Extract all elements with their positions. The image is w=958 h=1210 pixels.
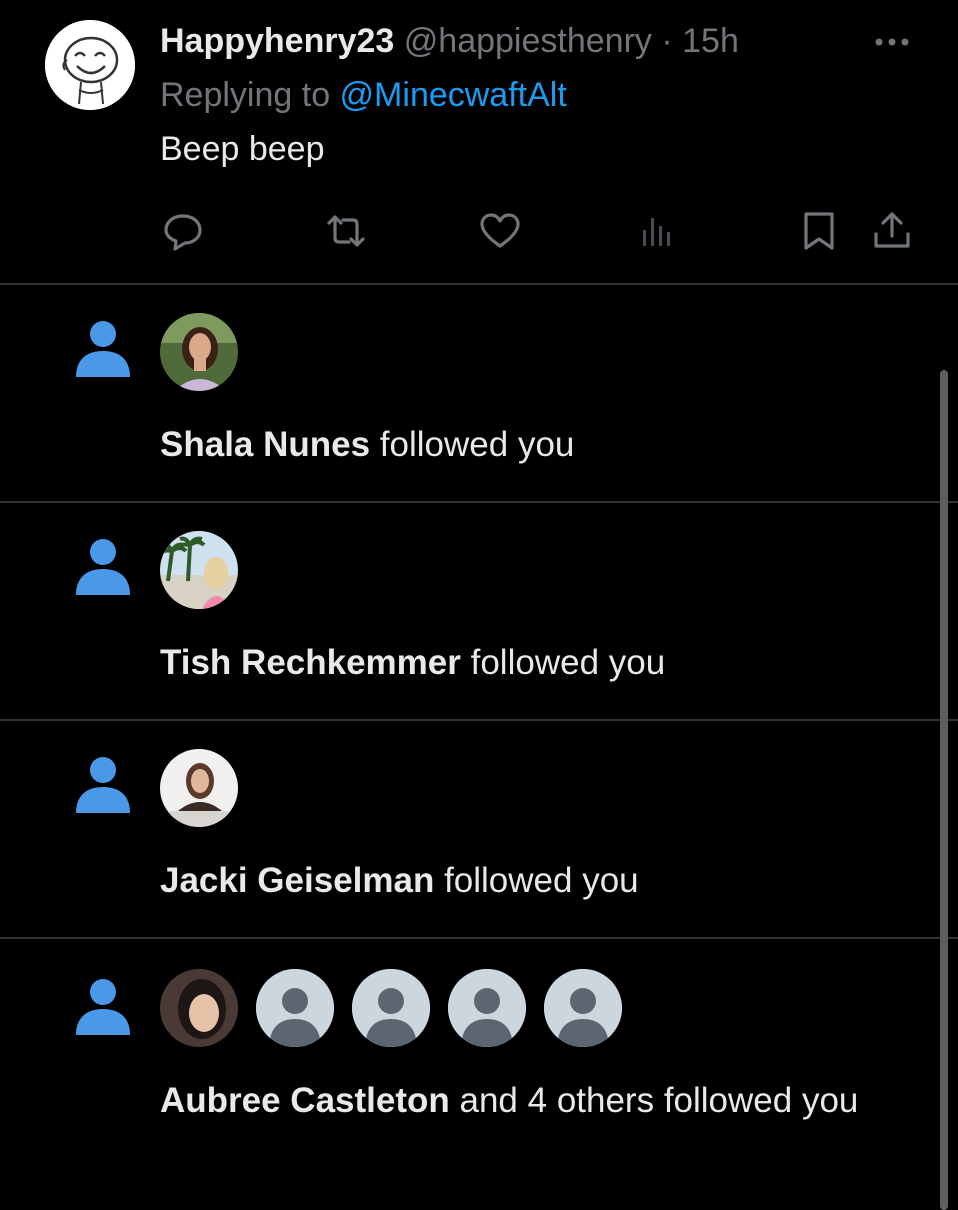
share-icon	[874, 212, 910, 248]
follower-name-link[interactable]: Aubree Castleton	[160, 1081, 450, 1120]
notification-text: Shala Nunes followed you	[160, 420, 880, 470]
replying-to: Replying to @MinecwaftAlt	[160, 72, 567, 118]
author-handle[interactable]: @happiesthenry	[404, 22, 652, 60]
tweet-header: Happyhenry23 @happiesthenry · 15h	[160, 18, 739, 64]
avatar[interactable]	[160, 531, 238, 609]
more-options-button[interactable]	[870, 26, 914, 56]
default-avatar-icon	[352, 969, 430, 1047]
default-avatar-icon	[544, 969, 622, 1047]
bookmark-button[interactable]	[797, 208, 843, 254]
person-icon	[74, 537, 132, 597]
share-button[interactable]	[869, 208, 915, 254]
notification-text: Tish Rechkemmer followed you	[160, 638, 880, 688]
follower-avatars	[160, 749, 238, 829]
avatar[interactable]	[448, 969, 526, 1047]
scrollbar[interactable]	[940, 370, 948, 1210]
replying-mention-link[interactable]: @MinecwaftAlt	[340, 76, 567, 114]
views-icon	[643, 218, 670, 246]
follower-name-link[interactable]: Shala Nunes	[160, 425, 370, 464]
smiley-avatar-icon	[45, 20, 135, 110]
follower-avatars	[160, 313, 238, 393]
replying-prefix: Replying to	[160, 76, 340, 114]
avatar[interactable]	[45, 20, 135, 110]
author-name[interactable]: Happyhenry23	[160, 22, 394, 60]
timestamp[interactable]: 15h	[682, 22, 739, 60]
like-icon	[480, 213, 520, 248]
avatar[interactable]	[352, 969, 430, 1047]
notification-text: Aubree Castleton and 4 others followed y…	[160, 1076, 880, 1126]
more-icon	[875, 38, 909, 46]
follower-avatars	[160, 969, 622, 1049]
notification-text: Jacki Geiselman followed you	[160, 856, 880, 906]
default-avatar-icon	[256, 969, 334, 1047]
follower-name-link[interactable]: Jacki Geiselman	[160, 861, 434, 900]
like-button[interactable]	[477, 208, 523, 254]
bookmark-icon	[804, 212, 834, 250]
follow-notification[interactable]: Jacki Geiselman followed you	[0, 721, 958, 939]
avatar[interactable]	[160, 313, 238, 391]
retweet-icon	[327, 215, 365, 247]
reply-icon	[164, 214, 202, 251]
reply-button[interactable]	[160, 208, 206, 254]
person-icon	[74, 755, 132, 815]
avatar[interactable]	[256, 969, 334, 1047]
notification-suffix: and 4 others followed you	[449, 1081, 859, 1120]
tweet-text: Beep beep	[160, 130, 325, 168]
avatar[interactable]	[544, 969, 622, 1047]
reply-tweet[interactable]: Happyhenry23 @happiesthenry · 15h Replyi…	[0, 0, 958, 285]
follow-notification[interactable]: Shala Nunes followed you	[0, 285, 958, 503]
follow-notification[interactable]: Aubree Castleton and 4 others followed y…	[0, 939, 958, 1200]
separator-dot: ·	[661, 22, 673, 60]
notification-suffix: followed you	[460, 643, 666, 682]
avatar[interactable]	[160, 749, 238, 827]
follower-name-link[interactable]: Tish Rechkemmer	[160, 643, 461, 682]
avatar[interactable]	[160, 969, 238, 1047]
notification-suffix: followed you	[370, 425, 575, 464]
default-avatar-icon	[448, 969, 526, 1047]
person-icon	[74, 977, 132, 1037]
notification-suffix: followed you	[434, 861, 639, 900]
follow-notification[interactable]: Tish Rechkemmer followed you	[0, 503, 958, 721]
person-icon	[74, 319, 132, 379]
retweet-button[interactable]	[323, 208, 369, 254]
follower-avatars	[160, 531, 238, 611]
views-button[interactable]	[637, 208, 683, 254]
